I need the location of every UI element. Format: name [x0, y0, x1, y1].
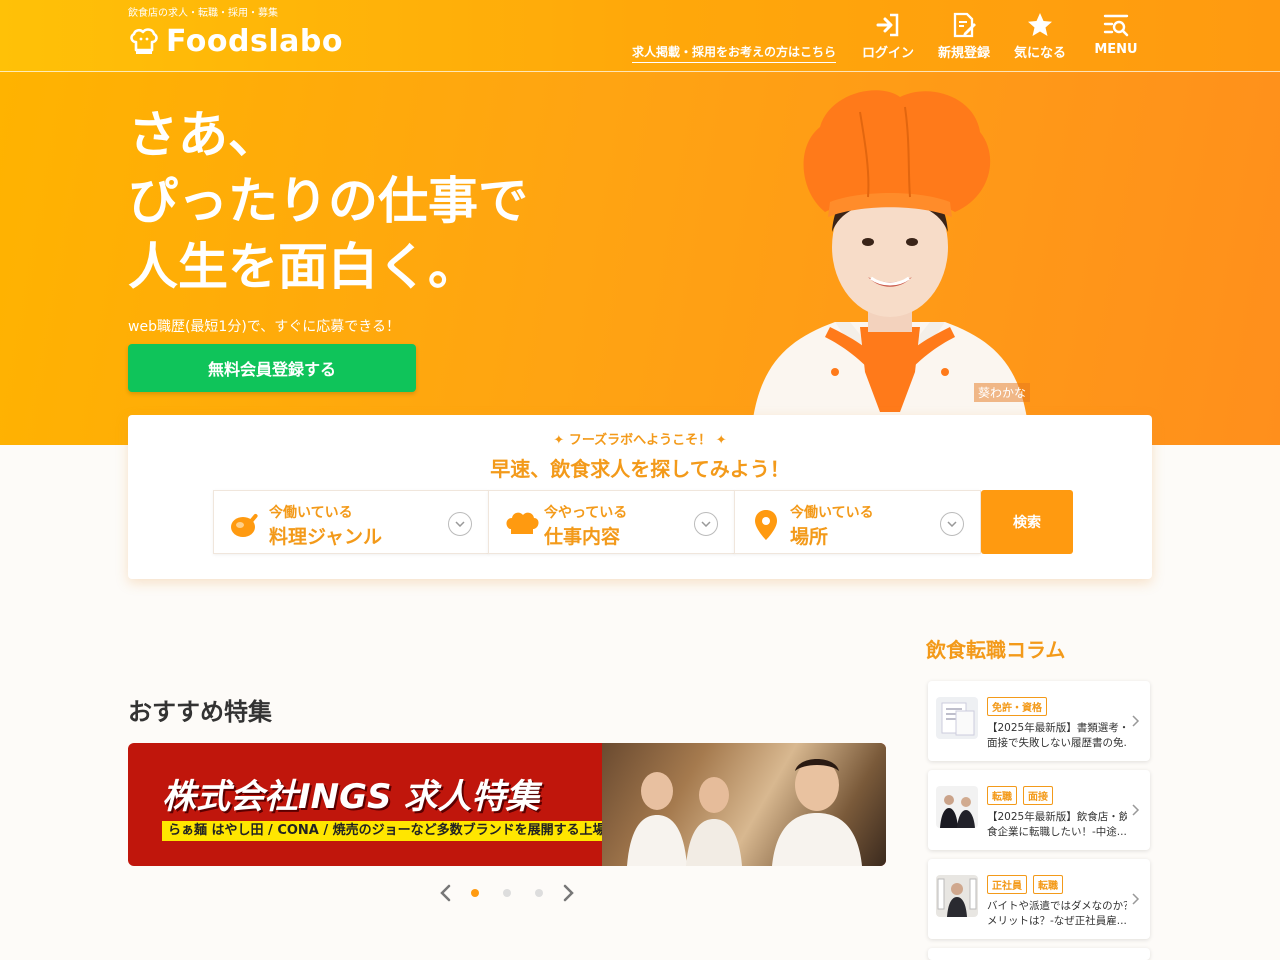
employer-link[interactable]: 求人掲載・採用をお考えの方はこちら	[632, 43, 837, 63]
login-button[interactable]: ログイン	[853, 12, 923, 61]
location-pin-icon	[755, 510, 777, 540]
register-icon	[953, 12, 976, 38]
cuisine-small-label: 今働いている	[269, 505, 353, 521]
location-main-label: 場所	[790, 526, 829, 548]
column-article[interactable]: 転職 面接 【2025年最新版】飲食店・飲 食企業に転職したい！-中途...	[928, 770, 1150, 850]
hero-title: さあ、 ぴったりの仕事で 人生を面白く。	[128, 102, 528, 300]
sparkle-icon: ✦	[711, 433, 727, 448]
article-tags: 正社員 転職	[987, 875, 1063, 894]
hero-title-line: さあ、	[128, 106, 278, 164]
hero-section: さあ、 ぴったりの仕事で 人生を面白く。 web職歴(最短1分)で、すぐに応募で…	[0, 72, 1280, 445]
article-title-line: 【2025年最新版】飲食店・飲	[987, 811, 1127, 823]
cuisine-main-label: 料理ジャンル	[269, 526, 383, 548]
carousel-controls	[436, 880, 578, 906]
site-tagline: 飲食店の求人・転職・採用・募集	[128, 8, 278, 19]
article-tag[interactable]: 正社員	[987, 875, 1027, 894]
article-thumbnail	[936, 786, 978, 828]
banner-title: 株式会社INGS 求人特集	[162, 777, 540, 817]
login-label: ログイン	[861, 46, 914, 61]
hero-subtitle: web職歴(最短1分)で、すぐに応募できる！	[128, 319, 400, 335]
article-title-line: メリットは？-なぜ正社員雇...	[987, 915, 1127, 927]
article-title-line: 【2025年最新版】書類選考・	[987, 722, 1127, 734]
chevron-right-icon[interactable]	[560, 883, 576, 903]
job-small-label: 今やっている	[544, 505, 628, 521]
login-icon	[876, 13, 899, 37]
chevron-down-icon	[448, 512, 472, 536]
staff-photo-image	[627, 759, 862, 866]
location-small-label: 今働いている	[790, 505, 874, 521]
register-label: 新規登録	[937, 46, 990, 61]
chevron-right-icon	[1132, 715, 1140, 727]
star-icon	[1028, 13, 1052, 36]
location-select[interactable]: 今働いている 場所	[734, 490, 981, 554]
cuisine-genre-select[interactable]: 今働いている 料理ジャンル	[213, 490, 489, 554]
favorites-button[interactable]: 気になる	[1005, 12, 1075, 61]
article-title: バイトや派遣ではダメなのか？ メリットは？-なぜ正社員雇...	[987, 899, 1127, 929]
featured-banner[interactable]: 株式会社INGS 求人特集 らぁ麺 はやし田 / CONA / 焼売のジョーなど…	[128, 743, 886, 866]
site-logo[interactable]: Foodslabo	[128, 24, 343, 59]
chevron-left-icon[interactable]	[438, 883, 454, 903]
free-register-button[interactable]: 無料会員登録する	[128, 344, 416, 392]
article-title-line: 食企業に転職したい！-中途...	[987, 826, 1127, 838]
chef-hat-icon	[506, 512, 539, 534]
article-title: 【2025年最新版】書類選考・ 面接で失敗しない履歴書の免...	[987, 721, 1127, 751]
article-thumbnail	[936, 697, 978, 739]
article-tag[interactable]: 免許・資格	[987, 697, 1047, 716]
job-main-label: 仕事内容	[544, 526, 621, 548]
carousel-dot[interactable]	[503, 889, 511, 897]
welcome-label: フーズラボへようこそ！	[568, 433, 712, 448]
menu-label: MENU	[1094, 42, 1138, 57]
welcome-text: ✦ フーズラボへようこそ！ ✦	[128, 429, 1152, 448]
hero-title-line: ぴったりの仕事で	[128, 172, 528, 230]
article-title-line: 面接で失敗しない履歴書の免...	[987, 737, 1127, 749]
column-article[interactable]: 正社員 転職 バイトや派遣ではダメなのか？ メリットは？-なぜ正社員雇...	[928, 859, 1150, 939]
chevron-right-icon	[1132, 893, 1140, 905]
chevron-down-icon	[694, 512, 718, 536]
menu-search-icon	[1103, 14, 1129, 37]
article-tag[interactable]: 転職	[987, 786, 1017, 805]
chevron-down-icon	[940, 512, 964, 536]
article-tag[interactable]: 転職	[1033, 875, 1063, 894]
article-tag[interactable]: 面接	[1023, 786, 1053, 805]
column-article[interactable]: 免許・資格 【2025年最新版】書類選考・ 面接で失敗しない履歴書の免...	[928, 681, 1150, 761]
hero-title-line: 人生を面白く。	[128, 238, 478, 296]
sparkle-icon: ✦	[553, 433, 569, 448]
logo-text: Foodslabo	[166, 24, 343, 59]
article-title-line: バイトや派遣ではダメなのか？	[987, 900, 1127, 912]
article-thumbnail	[936, 875, 978, 917]
carousel-dot[interactable]	[535, 889, 543, 897]
search-card: ✦ フーズラボへようこそ！ ✦ 早速、飲食求人を探してみよう！ 今働いている 料…	[128, 415, 1152, 579]
favorites-label: 気になる	[1013, 46, 1066, 61]
register-button[interactable]: 新規登録	[929, 12, 999, 61]
article-tags: 免許・資格	[987, 697, 1047, 716]
model-name-caption: 葵わかな	[974, 383, 1031, 402]
menu-button[interactable]: MENU	[1081, 12, 1151, 57]
column-section-title: 飲食転職コラム	[926, 638, 1066, 662]
article-tags: 転職 面接	[987, 786, 1053, 805]
article-title: 【2025年最新版】飲食店・飲 食企業に転職したい！-中途...	[987, 810, 1127, 840]
chevron-right-icon	[1132, 804, 1140, 816]
featured-section-title: おすすめ特集	[128, 698, 272, 726]
carousel-dot[interactable]	[471, 889, 479, 897]
frying-pan-icon	[231, 513, 258, 537]
job-type-select[interactable]: 今やっている 仕事内容	[488, 490, 735, 554]
search-button[interactable]: 検索	[981, 490, 1073, 554]
site-header: 飲食店の求人・転職・採用・募集 Foodslabo 求人掲載・採用をお考えの方は…	[0, 0, 1280, 72]
chef-hat-logo-icon	[130, 27, 158, 54]
banner-photo	[602, 743, 886, 866]
column-article[interactable]	[928, 948, 1150, 960]
search-heading: 早速、飲食求人を探してみよう！	[490, 457, 790, 481]
